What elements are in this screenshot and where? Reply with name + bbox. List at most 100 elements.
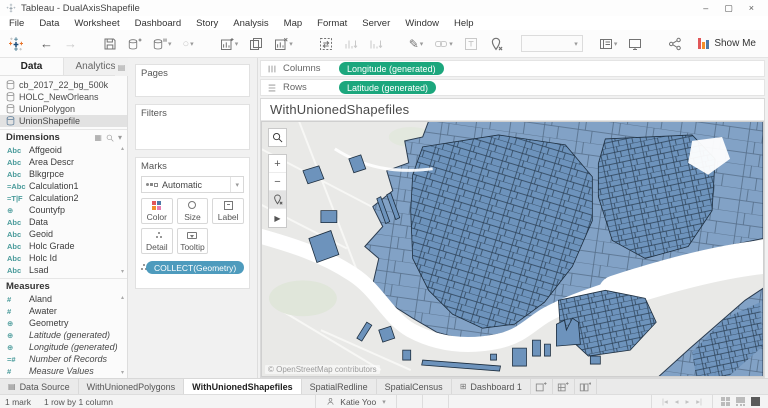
chevron-down-icon[interactable]: ▾ (420, 40, 424, 48)
user-menu[interactable]: Katie Yoo ▾ (315, 395, 397, 408)
datasource-item[interactable]: UnionShapefile (0, 115, 127, 127)
datasource-item[interactable]: UnionPolygon (0, 103, 127, 115)
new-worksheet-button[interactable]: ▾ (219, 34, 240, 54)
datasource-item[interactable]: cb_2017_22_bg_500k (0, 79, 127, 91)
last-sheet-button[interactable]: ▸| (696, 397, 702, 406)
dimension-item[interactable]: Abc Geoid (0, 228, 127, 240)
scroll-down-icon[interactable]: ▾ (121, 369, 124, 376)
mark-button[interactable]: Color (141, 198, 173, 224)
dimension-item[interactable]: Abc Blkgrpce (0, 168, 127, 180)
chevron-down-icon[interactable]: ▾ (449, 40, 453, 48)
maximize-icon[interactable]: ▢ (724, 3, 733, 14)
measure-item[interactable]: # Aland (0, 293, 127, 305)
measure-item[interactable]: ⊕ Latitude (generated) (0, 329, 127, 341)
dimension-item[interactable]: Abc Holc Grade (0, 240, 127, 252)
clear-sheet-button[interactable]: ▾ (273, 34, 294, 54)
sheet-tab[interactable]: ⊞ Dashboard 1 (452, 379, 531, 394)
new-dashboard-tab-button[interactable] (553, 379, 575, 394)
chevron-down-icon[interactable]: ▾ (230, 177, 239, 192)
filmstrip-view-icon[interactable] (736, 397, 746, 406)
run-updates-button[interactable]: ○ ▾ (182, 34, 195, 54)
geometry-pill[interactable]: COLLECT(Geometry) (146, 261, 245, 274)
duplicate-button[interactable] (248, 34, 264, 54)
mark-button[interactable]: Label (212, 198, 244, 224)
highlight-button[interactable]: ✎ ▾ (408, 34, 425, 54)
chevron-down-icon[interactable]: ▾ (235, 40, 239, 48)
datasource-item[interactable]: HOLC_NewOrleans (0, 91, 127, 103)
sort-descending-button[interactable] (368, 34, 384, 54)
columns-pill[interactable]: Longitude (generated) (339, 62, 444, 75)
pages-card[interactable]: Pages (135, 64, 250, 97)
menu-item[interactable]: Data (39, 18, 59, 29)
chevron-down-icon[interactable]: ▾ (382, 398, 386, 406)
group-members-button[interactable]: ▾ (433, 34, 454, 54)
menu-item[interactable]: Map (284, 18, 302, 29)
presentation-mode-button[interactable] (627, 34, 643, 54)
rows-shelf[interactable]: Rows Latitude (generated) (260, 79, 765, 96)
sheet-tab[interactable]: WithUnionedPolygons (79, 379, 185, 394)
chevron-down-icon[interactable]: ▾ (168, 40, 172, 48)
sheet-tab[interactable]: WithUnionedShapefiles (184, 379, 302, 394)
show-hide-cards-button[interactable]: ▾ (598, 34, 619, 54)
new-datasource-button[interactable] (127, 34, 143, 54)
menu-item[interactable]: Story (196, 18, 218, 29)
map-search-button[interactable] (268, 128, 287, 147)
scroll-down-icon[interactable]: ▾ (121, 268, 124, 275)
zoom-in-button[interactable]: + (269, 155, 286, 173)
pause-updates-button[interactable]: ▾ (152, 34, 173, 54)
sheet-tab[interactable]: SpatialRedline (302, 379, 377, 394)
dimension-item[interactable]: Abc Data (0, 216, 127, 228)
measure-item[interactable]: ⊕ Geometry (0, 317, 127, 329)
sort-ascending-button[interactable] (343, 34, 359, 54)
measure-item[interactable]: =# Number of Records (0, 353, 127, 365)
dimension-item[interactable]: =T|F Calculation2 (0, 192, 127, 204)
rows-pill[interactable]: Latitude (generated) (339, 81, 437, 94)
map-canvas[interactable] (261, 121, 764, 377)
sheet-tab[interactable]: SpatialCensus (377, 379, 452, 394)
scroll-up-icon[interactable]: ▴ (121, 294, 124, 301)
menu-item[interactable]: Analysis (233, 18, 268, 29)
map-pin-button[interactable] (269, 191, 286, 209)
dimension-item[interactable]: Abc Affgeoid (0, 144, 127, 156)
chevron-down-icon[interactable]: ▾ (289, 40, 293, 48)
mark-button[interactable]: Detail (141, 228, 173, 254)
sheet-tab[interactable]: ▤ Data Source (0, 379, 79, 394)
share-button[interactable] (667, 34, 683, 54)
menu-item[interactable]: Worksheet (74, 18, 119, 29)
menu-item[interactable]: Window (405, 18, 439, 29)
previous-sheet-button[interactable]: ◂ (675, 397, 679, 406)
columns-shelf[interactable]: Columns Longitude (generated) (260, 60, 765, 77)
search-icon[interactable] (106, 134, 114, 142)
zoom-out-button[interactable]: − (269, 173, 286, 191)
dimension-item[interactable]: ⊕ Countyfp (0, 204, 127, 216)
show-me-button[interactable]: Show Me (698, 38, 760, 49)
show-mark-labels-button[interactable] (463, 34, 479, 54)
next-sheet-button[interactable]: ▸ (686, 397, 690, 406)
redo-button[interactable]: → (63, 34, 78, 54)
collapse-pane-icon[interactable]: ▤ (115, 58, 128, 76)
menu-item[interactable]: Dashboard (135, 18, 181, 29)
measure-item[interactable]: ⊕ Longitude (generated) (0, 341, 127, 353)
filters-card[interactable]: Filters (135, 104, 250, 150)
new-worksheet-tab-button[interactable] (531, 379, 553, 394)
undo-button[interactable]: ← (39, 34, 54, 54)
mark-button[interactable]: Tooltip (176, 228, 209, 254)
measure-item[interactable]: # Awater (0, 305, 127, 317)
save-button[interactable] (102, 34, 118, 54)
view-data-icon[interactable]: ▦ (94, 133, 102, 142)
full-view-icon[interactable] (751, 397, 761, 406)
menu-item[interactable]: Server (362, 18, 390, 29)
swap-axes-button[interactable] (318, 34, 334, 54)
dimension-item[interactable]: Abc Holc Id (0, 252, 127, 264)
dimension-item[interactable]: Abc Lsad (0, 264, 127, 276)
map-expand-button[interactable]: ▶ (269, 209, 286, 227)
new-story-tab-button[interactable] (575, 379, 597, 394)
fix-map-pin-button[interactable] (488, 34, 504, 54)
minimize-icon[interactable]: – (703, 3, 708, 14)
first-sheet-button[interactable]: |◂ (662, 397, 668, 406)
map-view[interactable]: + − ▶ © OpenStreetMap contributors (261, 121, 764, 377)
scroll-up-icon[interactable]: ▴ (121, 145, 124, 152)
pane-tab[interactable]: Data (0, 58, 63, 75)
measure-item[interactable]: # Measure Values (0, 365, 127, 377)
chevron-down-icon[interactable]: ▾ (118, 133, 122, 142)
